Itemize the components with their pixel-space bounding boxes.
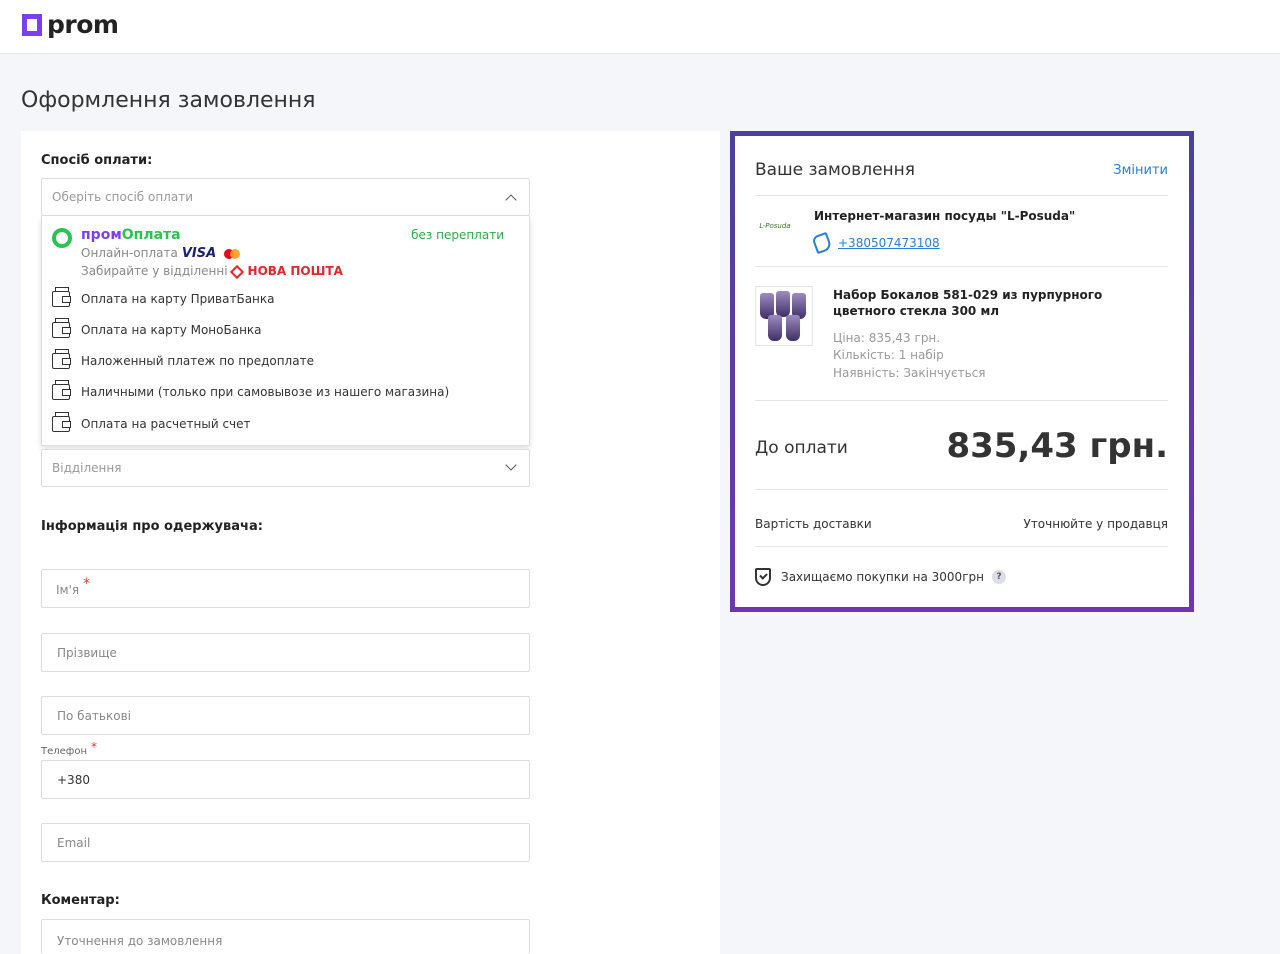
nova-poshta-icon [229,264,244,279]
shop-phone[interactable]: +380507473108 [811,231,940,255]
email-input[interactable] [43,825,528,860]
delivery-cost-value: Уточнюйте у продавця [1023,517,1169,531]
payment-option-cod-prepay[interactable]: Наложенный платеж по предоплате [52,349,314,371]
comment-field[interactable] [41,919,530,954]
phone-input[interactable] [43,762,528,797]
wallet-icon [52,412,71,432]
wallet-icon [52,318,71,338]
payment-method-placeholder: Оберіть спосіб оплати [52,190,193,204]
promopay-title: промОплата [81,227,181,243]
phone-label: Телефон * [41,740,98,757]
chevron-up-icon [505,194,517,206]
comment-input[interactable] [43,924,528,954]
payment-option-privatbank[interactable]: Оплата на карту ПриватБанка [52,287,275,309]
promopay-online-line: Онлайн-оплата VISA [81,246,241,261]
patronymic-input[interactable] [43,698,528,733]
recipient-section-label: Інформація про одержувача: [41,519,263,534]
first-name-placeholder: Ім'я * [56,576,91,597]
required-mark: * [91,740,98,754]
visa-logo: VISA [181,246,217,261]
edit-order-link[interactable]: Змінити [1113,163,1168,178]
payment-option-label: Оплата на расчетный счет [81,417,251,431]
last-name-field[interactable] [41,633,530,672]
page-title: Оформлення замовлення [21,88,316,113]
payment-option-label: Оплата на карту МоноБанка [81,323,262,337]
top-header: prom [0,0,1280,54]
protection-text: Захищаємо покупки на 3000грн [781,570,984,584]
divider [755,400,1168,401]
patronymic-field[interactable] [41,696,530,735]
branch-select[interactable]: Відділення [41,449,530,487]
phone-field[interactable] [41,760,530,799]
prom-logo-text: prom [47,10,119,39]
nova-poshta-logo: НОВА ПОШТА [247,264,343,278]
chevron-down-icon [505,459,517,471]
product-price: Ціна: 835,43 грн. [833,331,941,345]
promopay-badge: без переплати [411,228,504,242]
payment-option-cash-pickup[interactable]: Наличными (только при самовывозе из наше… [52,380,450,402]
shop-logo: L-Posuda [759,222,791,230]
promopay-pickup-line: Забирайте у відділенні НОВА ПОШТА [81,264,343,279]
prom-logo-mark-icon [22,14,42,36]
divider [755,195,1168,196]
payment-option-label: Наложенный платеж по предоплате [81,354,314,368]
email-field[interactable] [41,823,530,862]
total-value: 835,43 грн. [946,426,1168,466]
product-quantity: Кількість: 1 набір [833,348,944,362]
total-label: До оплати [755,438,848,458]
delivery-cost-label: Вартість доставки [755,517,872,531]
prom-logo[interactable]: prom [22,10,119,39]
shield-icon [755,568,771,586]
payment-method-select[interactable]: Оберіть спосіб оплати [41,178,530,216]
product-name[interactable]: Набор Бокалов 581-029 из пурпурного цвет… [833,287,1163,319]
payment-option-label: Наличными (только при самовывозе из наше… [81,385,450,399]
comment-section-label: Коментар: [41,893,120,908]
payment-section-label: Спосіб оплати: [41,153,153,168]
buyer-protection: Захищаємо покупки на 3000грн ? [755,568,1006,586]
last-name-input[interactable] [43,635,528,670]
divider [755,489,1168,490]
mastercard-icon [224,248,241,259]
order-summary-card: Ваше замовлення Змінити L-Posuda Интерне… [730,131,1194,612]
payment-option-label: Оплата на карту ПриватБанка [81,292,275,306]
phone-icon [811,231,833,255]
wallet-icon [52,380,71,400]
order-title: Ваше замовлення [755,160,915,180]
divider [755,546,1168,547]
payment-option-monobank[interactable]: Оплата на карту МоноБанка [52,318,262,340]
first-name-field[interactable]: Ім'я * [41,569,530,608]
required-mark: * [83,576,91,592]
help-icon[interactable]: ? [991,570,1006,584]
divider [755,266,1168,267]
branch-placeholder: Відділення [52,461,122,475]
payment-option-bank-account[interactable]: Оплата на расчетный счет [52,412,251,434]
wallet-icon [52,287,71,307]
promopay-option[interactable]: промОплата без переплати Онлайн-оплата VI… [52,226,522,282]
payment-method-dropdown: промОплата без переплати Онлайн-оплата VI… [41,216,530,446]
promopay-logo-icon [52,228,72,248]
product-image[interactable] [755,286,813,346]
product-availability: Наявність: Закінчується [833,366,986,380]
shop-name: Интернет-магазин посуды "L-Posuda" [814,209,1076,223]
shop-phone-link[interactable]: +380507473108 [838,236,940,250]
wallet-icon [52,349,71,369]
